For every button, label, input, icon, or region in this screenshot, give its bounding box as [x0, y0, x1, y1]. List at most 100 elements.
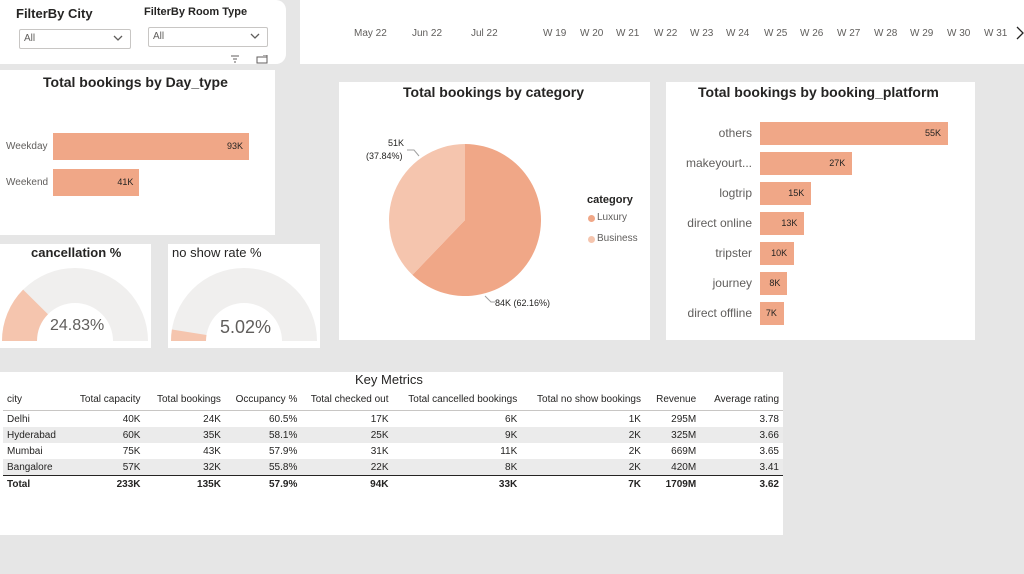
- legend-marker: [588, 236, 595, 243]
- table-cell: 60K: [67, 427, 145, 443]
- timeline-label[interactable]: W 30: [947, 28, 970, 39]
- platform-value: 7K: [765, 308, 777, 318]
- table-cell: 57.9%: [269, 445, 298, 457]
- column-header[interactable]: Total no show bookings: [521, 388, 645, 411]
- room-type-filter-value: All: [153, 31, 165, 42]
- timeline-label[interactable]: W 25: [764, 28, 787, 39]
- pie-label-luxury: 84K (62.16%): [495, 298, 551, 308]
- table-total-cell: 7K: [521, 475, 645, 492]
- legend-label-business: Business: [597, 233, 638, 244]
- platform-value: 8K: [769, 278, 781, 288]
- table-cell: 3.66: [700, 427, 783, 443]
- key-metrics-title: Key Metrics: [355, 372, 423, 387]
- filter-panel: FilterBy City All FilterBy Room Type All: [0, 0, 286, 64]
- day-type-label: Weekend: [6, 177, 49, 188]
- table-cell: 22K: [301, 459, 393, 476]
- timeline-label[interactable]: W 20: [580, 28, 603, 39]
- timeline-label[interactable]: W 23: [690, 28, 713, 39]
- platform-chart-card: Total bookings by booking_platform other…: [666, 82, 975, 340]
- column-header[interactable]: Total capacity: [67, 388, 145, 411]
- table-cell: 25K: [301, 427, 393, 443]
- table-cell: 24K: [203, 413, 221, 425]
- platform-label: tripster: [715, 246, 752, 260]
- column-header[interactable]: Occupancy %: [224, 388, 302, 411]
- table-cell: 669M: [671, 445, 697, 457]
- table-cell: 55.8%: [224, 459, 302, 476]
- day-type-label: Weekday: [6, 141, 48, 152]
- legend-marker: [588, 215, 595, 222]
- platform-bar: [760, 122, 948, 145]
- pie-label-business-value: 51K: [388, 138, 405, 148]
- column-header[interactable]: city: [3, 388, 68, 411]
- chevron-right-icon[interactable]: [1016, 26, 1024, 40]
- table-cell: 6K: [505, 413, 518, 425]
- platform-value: 13K: [781, 218, 798, 228]
- platform-label: direct offline: [687, 306, 752, 320]
- timeline-label[interactable]: W 22: [654, 28, 677, 39]
- column-header[interactable]: Average rating: [700, 388, 783, 411]
- platform-label: journey: [712, 276, 752, 290]
- table-cell: 1K: [628, 413, 641, 425]
- legend-title: category: [587, 194, 633, 206]
- platform-value: 27K: [829, 158, 846, 168]
- platform-label: others: [718, 126, 752, 140]
- table-cell: 295M: [671, 413, 697, 425]
- timeline-label[interactable]: W 29: [910, 28, 933, 39]
- city-filter-value: All: [24, 33, 36, 44]
- table-cell: 11K: [500, 445, 518, 457]
- table-cell: 60.5%: [269, 413, 298, 425]
- chevron-down-icon: [113, 35, 123, 41]
- table-cell: 9K: [392, 427, 522, 443]
- timeline-label[interactable]: W 31: [984, 28, 1007, 39]
- table-cell: 420M: [644, 459, 701, 476]
- table-total-cell: 33K: [392, 475, 522, 492]
- platform-value: 10K: [771, 248, 788, 258]
- key-metrics-card: Key Metrics city Total capacity Total book…: [0, 372, 783, 535]
- platform-label: direct online: [687, 216, 752, 230]
- room-type-filter-dropdown[interactable]: All: [148, 27, 268, 47]
- column-header[interactable]: Total cancelled bookings: [392, 388, 522, 411]
- table-cell: 75K: [122, 445, 141, 457]
- room-type-filter-label: FilterBy Room Type: [144, 6, 248, 18]
- day-type-chart-card: Total bookings by Day_type Weekday 93K Wee…: [0, 70, 275, 235]
- day-type-value: 93K: [227, 141, 244, 151]
- column-header[interactable]: Revenue: [644, 388, 701, 411]
- table-cell: 3.65: [759, 445, 779, 457]
- table-cell: 58.1%: [224, 427, 302, 443]
- table-cell: 32K: [144, 459, 225, 476]
- table-total-cell: 57.9%: [224, 475, 302, 492]
- table-cell: 40K: [122, 413, 141, 425]
- column-header[interactable]: Total checked out: [301, 388, 393, 411]
- table-cell: 57K: [67, 459, 145, 476]
- table-cell: 2K: [521, 427, 645, 443]
- timeline-label[interactable]: W 27: [837, 28, 860, 39]
- timeline-label[interactable]: May 22: [354, 28, 387, 39]
- focus-mode-icon[interactable]: [256, 55, 268, 64]
- timeline-label[interactable]: W 26: [800, 28, 823, 39]
- table-cell: 2K: [628, 445, 641, 457]
- no-show-gauge-card: no show rate % 5.02%: [168, 244, 320, 348]
- table-cell: Bangalore: [3, 459, 68, 476]
- category-chart-card: Total bookings by category category Luxu…: [339, 82, 650, 340]
- day-type-value: 41K: [117, 177, 134, 187]
- table-cell: Delhi: [7, 413, 30, 425]
- timeline-slicer[interactable]: May 22 Jun 22 Jul 22 W 19 W 20 W 21 W 22 W 23 W …: [300, 0, 1024, 64]
- platform-label: logtrip: [719, 186, 752, 200]
- timeline-label[interactable]: W 21: [616, 28, 639, 39]
- column-header[interactable]: Total bookings: [144, 388, 225, 411]
- legend-label-luxury: Luxury: [597, 212, 628, 223]
- timeline-label[interactable]: W 28: [874, 28, 897, 39]
- timeline-label[interactable]: W 24: [726, 28, 749, 39]
- timeline-label[interactable]: Jun 22: [412, 28, 442, 39]
- leader-line: [407, 149, 420, 157]
- timeline-label[interactable]: Jul 22: [471, 28, 498, 39]
- leader-line: [484, 295, 495, 303]
- city-filter-dropdown[interactable]: All: [19, 29, 131, 49]
- table-cell: 17K: [370, 413, 389, 425]
- chevron-down-icon: [250, 33, 260, 39]
- cancellation-gauge-card: cancellation % 24.83%: [0, 244, 151, 348]
- filter-icon[interactable]: [230, 55, 240, 63]
- table-total-cell: 233K: [67, 475, 145, 492]
- timeline-label[interactable]: W 19: [543, 28, 566, 39]
- table-row: Delhi 40K 24K 60.5% 17K 6K 1K 295M 3.78: [3, 411, 783, 428]
